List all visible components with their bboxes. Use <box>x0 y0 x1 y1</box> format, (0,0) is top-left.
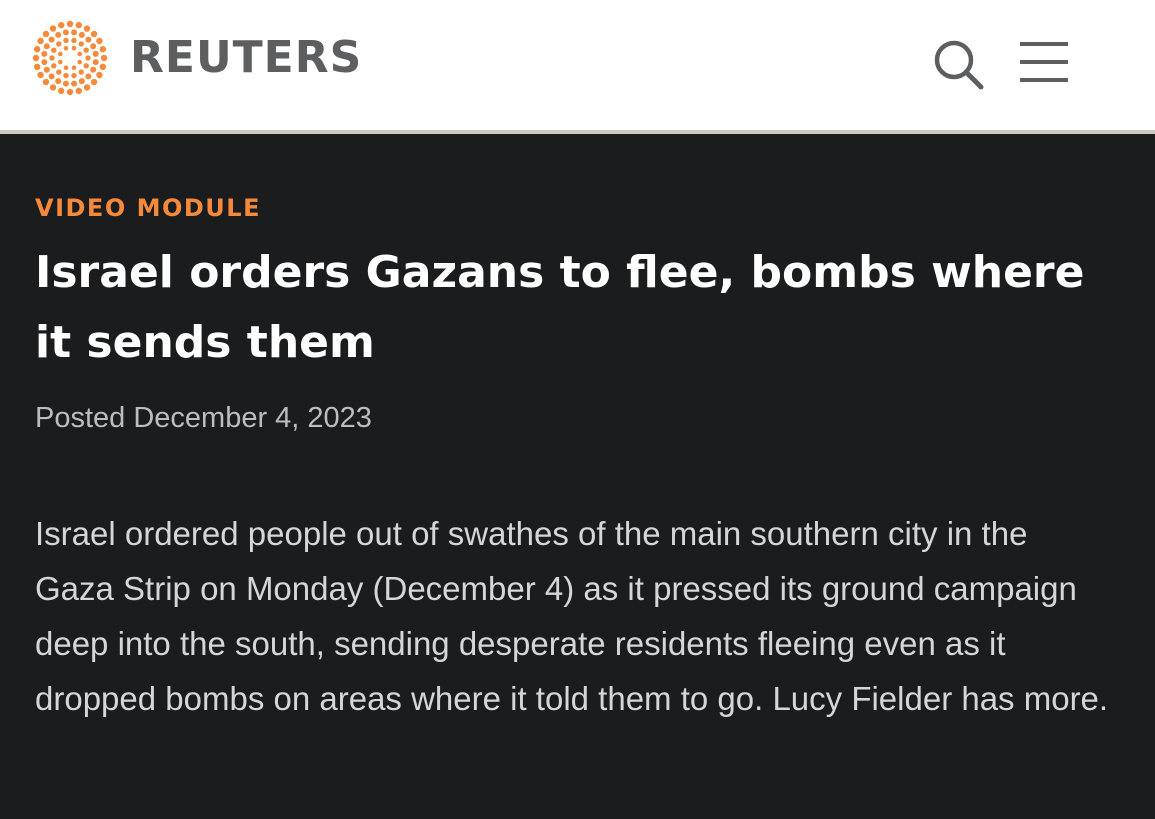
logo-dot <box>75 21 82 29</box>
reuters-logo-icon[interactable] <box>30 20 110 96</box>
logo-dot <box>96 37 103 45</box>
logo-dot <box>58 59 63 65</box>
logo-dot <box>63 72 69 79</box>
logo-dot <box>48 36 55 43</box>
logo-dot <box>75 87 82 95</box>
logo-dot <box>66 88 74 96</box>
logo-dot <box>63 65 69 70</box>
logo-dot <box>85 73 92 80</box>
search-button[interactable] <box>930 36 986 92</box>
article-headline[interactable]: Israel orders Gazans to flee, bombs wher… <box>35 238 1125 378</box>
logo-dot <box>96 71 103 79</box>
logo-dot <box>62 29 69 36</box>
logo-dot <box>99 46 107 53</box>
logo-dot <box>71 72 77 79</box>
logo-dot <box>49 55 55 61</box>
hamburger-menu-icon <box>1020 42 1068 82</box>
logo-dot <box>62 80 69 87</box>
logo-dot <box>90 30 98 38</box>
logo-dot <box>48 73 55 80</box>
logo-dot <box>83 63 89 69</box>
logo-dot <box>85 36 92 43</box>
logo-dot <box>90 78 98 86</box>
brand-wordmark[interactable]: REUTERS <box>130 32 362 83</box>
logo-dot <box>92 59 99 66</box>
logo-dot <box>78 69 84 75</box>
logo-dot <box>63 46 69 51</box>
logo-dot <box>49 25 57 32</box>
logo-dot <box>83 84 91 91</box>
logo-dot <box>37 71 44 79</box>
logo-dot <box>78 78 85 85</box>
logo-dot <box>33 46 41 53</box>
logo-dot <box>83 25 91 32</box>
logo-dot <box>55 78 62 85</box>
logo-dot <box>92 50 99 57</box>
logo-dot <box>58 51 63 57</box>
logo-dot <box>41 59 48 66</box>
logo-dot <box>32 54 40 62</box>
logo-dot <box>100 54 108 62</box>
logo-dot <box>71 37 77 44</box>
logo-dot <box>42 78 50 86</box>
logo-dot <box>66 20 74 28</box>
logo-dot <box>85 55 91 61</box>
logo-dot <box>58 87 65 95</box>
logo-dot <box>99 63 107 70</box>
logo-dot <box>43 66 50 73</box>
logo-dot <box>55 31 62 38</box>
logo-dot <box>90 43 97 50</box>
logo-dot <box>42 30 50 38</box>
logo-dot <box>43 43 50 50</box>
logo-dot <box>71 65 77 70</box>
logo-dot <box>33 63 41 70</box>
logo-dot <box>58 21 65 29</box>
logo-dot <box>83 47 89 53</box>
logo-dot <box>37 37 44 45</box>
site-header: REUTERS <box>0 0 1155 134</box>
article-video-module: VIDEO MODULE Israel orders Gazans to fle… <box>0 138 1155 819</box>
logo-dot <box>90 66 97 73</box>
logo-dot <box>56 69 62 75</box>
logo-dot <box>49 84 57 91</box>
logo-dot <box>71 46 77 51</box>
logo-dot <box>71 29 78 36</box>
posted-date: Posted December 4, 2023 <box>35 402 372 434</box>
logo-dot <box>56 41 62 47</box>
menu-button[interactable] <box>1016 38 1072 86</box>
logo-dot <box>51 47 57 53</box>
logo-dot <box>78 31 85 38</box>
logo-dot <box>78 41 84 47</box>
article-summary: Israel ordered people out of swathes of … <box>35 515 1109 717</box>
search-icon <box>934 40 984 90</box>
logo-dot <box>41 50 48 57</box>
logo-dot <box>51 63 57 69</box>
section-kicker: VIDEO MODULE <box>35 194 261 222</box>
logo-dot <box>77 59 82 65</box>
logo-dot <box>71 80 78 87</box>
logo-dot <box>77 51 82 57</box>
logo-dot <box>63 37 69 44</box>
